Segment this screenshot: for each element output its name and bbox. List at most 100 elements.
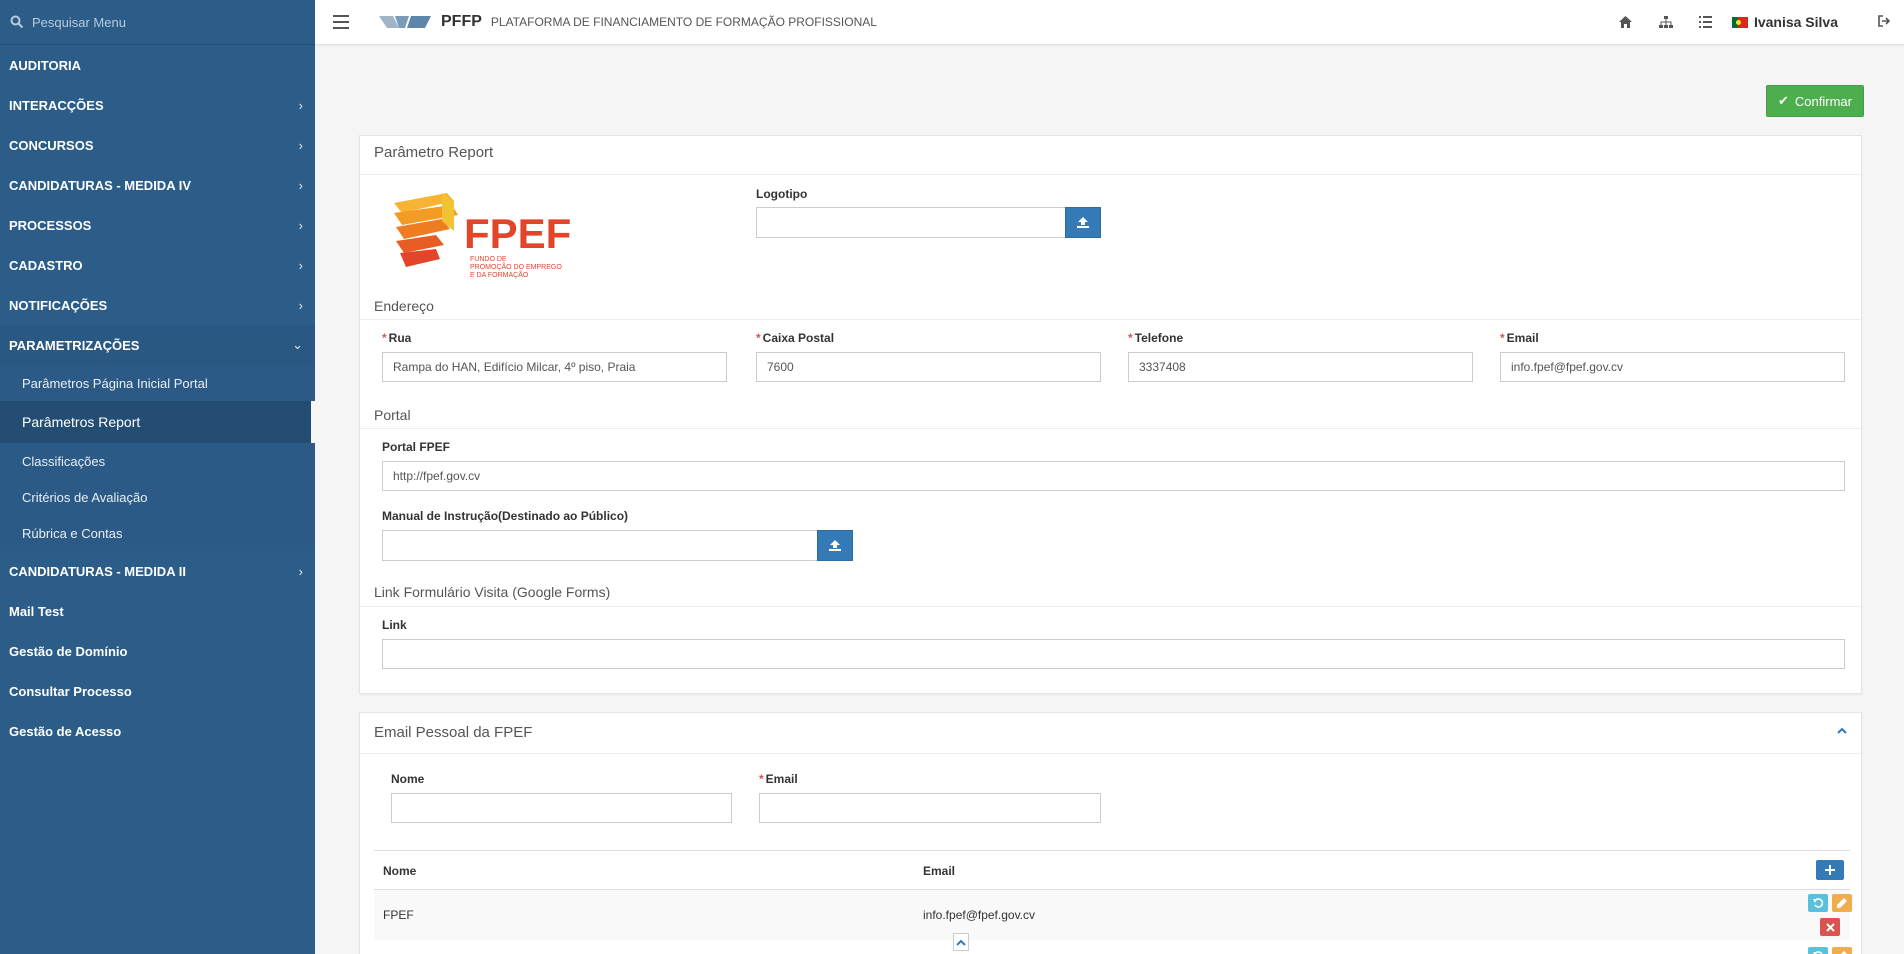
close-icon [1825, 922, 1835, 932]
chevron-down-icon: ⌄ [292, 337, 303, 352]
row-nome: FPEF [383, 908, 414, 922]
menu-label: CONCURSOS [9, 137, 94, 153]
manual-upload-button[interactable] [817, 530, 853, 561]
required-marker: * [1500, 331, 1505, 345]
logotipo-label: Logotipo [756, 187, 808, 201]
app-subtitle: PLATAFORMA DE FINANCIAMENTO DE FORMAÇÃO … [490, 15, 877, 29]
submenu-item-rubrica[interactable]: Rúbrica e Contas [0, 515, 315, 551]
undo-icon [1813, 898, 1823, 908]
menu-parametrizacoes[interactable]: PARAMETRIZAÇÕES ⌄ [0, 325, 315, 365]
column-header-nome: Nome [383, 864, 417, 878]
menu-gestao-acesso[interactable]: Gestão de Acesso [0, 711, 315, 751]
logo-wordmark: FPEF [464, 210, 571, 257]
telefone-label: * Telefone [1128, 331, 1183, 345]
menu-consultar-processo[interactable]: Consultar Processo [0, 671, 315, 711]
email-label-text: Email [1506, 331, 1539, 345]
portal-title: Portal [374, 407, 411, 423]
undo-button[interactable] [1808, 894, 1828, 912]
menu-processos[interactable]: PROCESSOS › [0, 205, 315, 245]
rua-input[interactable]: Rampa do HAN, Edifício Milcar, 4º piso, … [382, 352, 727, 382]
telefone-input[interactable]: 3337408 [1128, 352, 1473, 382]
delete-button[interactable] [1820, 918, 1840, 936]
sitemap-icon[interactable] [1646, 16, 1686, 28]
menu-candidaturas-iv[interactable]: CANDIDATURAS - MEDIDA IV › [0, 165, 315, 205]
required-marker: * [382, 331, 387, 345]
check-icon: ✔ [1778, 93, 1789, 108]
logout-icon[interactable] [1878, 14, 1891, 30]
menu-gestao-dominio[interactable]: Gestão de Domínio [0, 631, 315, 671]
submenu-item-parametros-report[interactable]: Parâmetros Report [0, 401, 315, 443]
edit-button[interactable] [1832, 894, 1852, 912]
upload-icon [829, 540, 841, 551]
portugal-flag-icon [1731, 16, 1748, 28]
add-row-button[interactable] [1816, 860, 1844, 880]
logotipo-file-input[interactable] [756, 207, 1066, 238]
required-marker: * [759, 772, 764, 786]
undo-button[interactable] [1808, 947, 1828, 954]
email-input[interactable] [759, 793, 1101, 823]
nome-label: Nome [391, 772, 425, 786]
scroll-to-top-button[interactable] [953, 933, 969, 951]
required-marker: * [756, 331, 761, 345]
sidebar: Pesquisar Menu AUDITORIA INTERACÇÕES › CO… [0, 0, 315, 954]
menu-interaccoes[interactable]: INTERACÇÕES › [0, 85, 315, 125]
caixa-postal-label-text: Caixa Postal [762, 331, 835, 345]
required-marker: * [1128, 331, 1133, 345]
email-label-text: Email [765, 772, 798, 786]
email-label: * Email [1500, 331, 1539, 345]
divider [360, 753, 1861, 754]
chevron-right-icon: › [298, 563, 303, 579]
confirm-label: Confirmar [1794, 93, 1852, 109]
confirm-button[interactable]: ✔ Confirmar [1766, 85, 1864, 117]
logotipo-upload-button[interactable] [1065, 207, 1101, 238]
submenu-parametrizacoes: Parâmetros Página Inicial Portal Parâmet… [0, 365, 315, 551]
endereco-title: Endereço [374, 298, 434, 314]
main-content: ✔ Confirmar Parâmetro Report FPEF FUNDO … [315, 45, 1904, 954]
hamburger-menu-icon[interactable] [333, 15, 349, 29]
app-logo-icon [379, 16, 431, 28]
column-header-email: Email [923, 864, 956, 878]
menu-label: CADASTRO [9, 257, 83, 273]
home-icon[interactable] [1606, 16, 1646, 28]
manual-file-input[interactable] [382, 530, 818, 561]
logo-caption-line-3: E DA FORMAÇÃO [470, 270, 529, 279]
pencil-icon [1837, 898, 1847, 908]
submenu-item-criterios[interactable]: Critérios de Avaliação [0, 479, 315, 515]
manual-label: Manual de Instrução(Destinado ao Público… [382, 509, 629, 523]
list-icon[interactable] [1686, 16, 1726, 28]
chevron-right-icon: › [298, 297, 303, 313]
menu-label: CANDIDATURAS - MEDIDA II [9, 563, 186, 579]
menu-mail-test[interactable]: Mail Test [0, 591, 315, 631]
menu-auditoria[interactable]: AUDITORIA [0, 45, 315, 85]
panel-parametro-report: Parâmetro Report FPEF FUNDO DE PROMOÇÃO … [359, 135, 1862, 694]
logo-caption-line-1: FUNDO DE [470, 256, 507, 263]
nome-input[interactable] [391, 793, 732, 823]
menu-label: NOTIFICAÇÕES [9, 297, 108, 313]
menu-notificacoes[interactable]: NOTIFICAÇÕES › [0, 285, 315, 325]
menu-candidaturas-ii[interactable]: CANDIDATURAS - MEDIDA II › [0, 551, 315, 591]
upload-icon [1077, 217, 1089, 228]
fpef-logo: FPEF FUNDO DE PROMOÇÃO DO EMPREGO E DA F… [392, 191, 592, 289]
rua-label-text: Rua [388, 331, 412, 345]
menu-cadastro[interactable]: CADASTRO › [0, 245, 315, 285]
user-menu[interactable]: Ivanisa Silva [1731, 14, 1838, 30]
chevron-right-icon: › [298, 137, 303, 153]
portal-fpef-input[interactable]: http://fpef.gov.cv [382, 461, 1845, 491]
app-brand: PFFP [441, 13, 482, 30]
search-input[interactable]: Pesquisar Menu [32, 15, 126, 30]
chevron-up-icon[interactable] [1837, 727, 1847, 734]
edit-button[interactable] [1832, 947, 1852, 954]
caixa-postal-input[interactable]: 7600 [756, 352, 1101, 382]
chevron-right-icon: › [298, 177, 303, 193]
telefone-label-text: Telefone [1134, 331, 1184, 345]
menu-label: CANDIDATURAS - MEDIDA IV [9, 177, 191, 193]
submenu-item-classificacoes[interactable]: Classificações [0, 443, 315, 479]
menu-concursos[interactable]: CONCURSOS › [0, 125, 315, 165]
submenu-item-parametros-portal[interactable]: Parâmetros Página Inicial Portal [0, 365, 315, 401]
menu-label: INTERACÇÕES [9, 97, 104, 113]
link-input[interactable] [382, 639, 1845, 669]
email-input[interactable]: info.fpef@fpef.gov.cv [1500, 352, 1845, 382]
sidebar-search[interactable]: Pesquisar Menu [0, 0, 315, 45]
logo-caption-line-2: PROMOÇÃO DO EMPREGO [470, 262, 562, 271]
menu-label: AUDITORIA [9, 57, 81, 73]
